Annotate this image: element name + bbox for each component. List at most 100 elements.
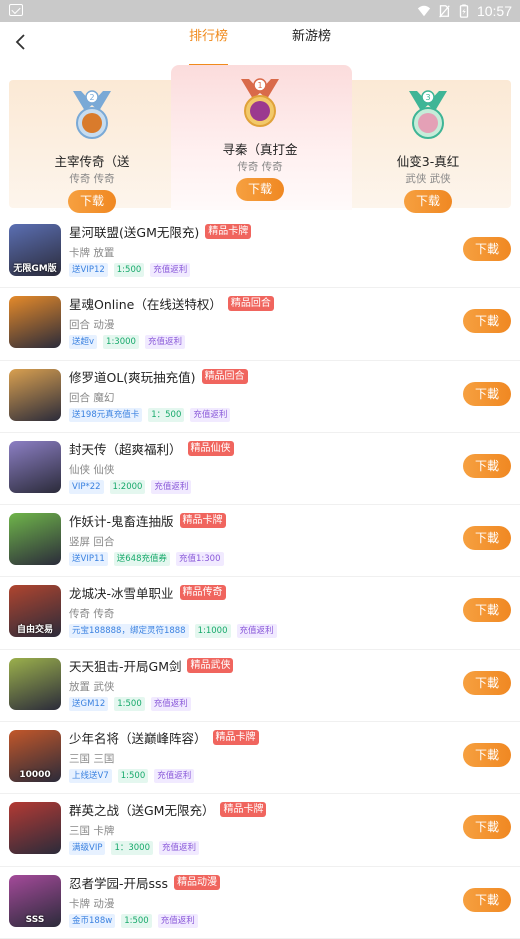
podium-game-name: 主宰传奇（送	[54, 154, 130, 169]
category-badge: 精品动漫	[174, 874, 221, 890]
game-tags: 放置 武侠	[69, 680, 115, 693]
game-icon[interactable]	[9, 657, 61, 710]
download-button[interactable]: 下載	[463, 815, 511, 840]
category-badge: 精品武侠	[187, 657, 234, 673]
game-list-item[interactable]: 10000 少年名将（送巅峰阵容） 精品卡牌 三国 三国 上线送V7 1:500 充…	[0, 722, 520, 795]
podium-game-name: 仙变3-真红	[396, 154, 460, 169]
perk-chip: 金币188w	[69, 913, 116, 928]
nav-bar: 排行榜 新游榜	[0, 22, 520, 66]
perk-chip: 送VIP11	[69, 552, 108, 567]
game-perks: 送VIP12 1:500 充值返利	[69, 263, 191, 277]
game-icon[interactable]	[9, 368, 61, 421]
game-perks: 金币188w 1:500 充值返利	[69, 913, 198, 928]
perk-chip: 充值返利	[154, 769, 195, 784]
game-title-line: 少年名将（送巅峰阵容） 精品卡牌	[69, 728, 259, 747]
podium-download-button[interactable]: 下载	[68, 190, 116, 213]
game-list-item[interactable]: 天天狙击-开局GM剑 精品武侠 放置 武侠 送GM12 1:500 充值返利 下載	[0, 650, 520, 723]
perk-chip: 充值返利	[144, 335, 185, 350]
perk-chip: 上线送V7	[69, 769, 112, 784]
download-button[interactable]: 下載	[463, 670, 511, 695]
game-title: 忍者学园-开局sss	[69, 875, 169, 891]
game-icon-caption: 自由交易	[16, 625, 53, 636]
game-perks: 送超v 1:3000 充值返利	[69, 335, 185, 350]
game-list-item[interactable]: SSS 忍者学园-开局sss 精品动漫 卡牌 动漫 金币188w 1:500 充值返…	[0, 867, 520, 939]
game-list-item[interactable]: 星魂Online（在线送特权） 精品回合 回合 动漫 送超v 1:3000 充值返利…	[0, 288, 520, 361]
game-title: 修罗道OL(爽玩抽充值)	[69, 369, 196, 385]
download-button[interactable]: 下載	[463, 453, 511, 478]
download-button[interactable]: 下載	[463, 598, 511, 623]
perk-chip: 1:500	[121, 913, 152, 928]
gold-medal-icon: 1	[241, 78, 279, 127]
download-button[interactable]: 下載	[463, 887, 511, 912]
game-title-line: 修罗道OL(爽玩抽充值) 精品回合	[69, 367, 248, 386]
rank-number: 1	[257, 81, 262, 90]
perk-chip: 送198元真充值卡	[69, 407, 143, 422]
podium-download-button[interactable]: 下载	[404, 190, 452, 213]
tab-new-games[interactable]: 新游榜	[292, 22, 331, 62]
download-button[interactable]: 下載	[463, 526, 511, 551]
game-list-item[interactable]: 无限GM版 星河联盟(送GM无限充) 精品卡牌 卡牌 放置 送VIP12 1:50…	[0, 216, 520, 289]
category-badge: 精品仙侠	[187, 440, 234, 456]
podium-rank-3[interactable]: 3 仙变3-真红 武侠 武侠 下载	[381, 87, 475, 213]
game-perks: 元宝188888，绑定灵符1888 1:1000 充值返利	[69, 624, 277, 639]
download-button[interactable]: 下載	[463, 743, 511, 768]
game-icon[interactable]: SSS	[9, 874, 61, 927]
game-title: 龙城决-冰雪单职业	[69, 586, 174, 602]
podium-rank-1[interactable]: 1 寻秦（真打金 传奇 传奇 下载	[213, 75, 307, 201]
game-title-line: 封天传（超爽福利） 精品仙侠	[69, 439, 234, 458]
game-tags: 竖屏 回合	[69, 536, 115, 549]
game-title: 天天狙击-开局GM剑	[69, 658, 182, 674]
notification-icon	[9, 4, 23, 16]
game-list: 无限GM版 星河联盟(送GM无限充) 精品卡牌 卡牌 放置 送VIP12 1:50…	[0, 216, 520, 939]
perk-chip: 充值返利	[236, 624, 277, 639]
game-perks: 送VIP11 送648充值券 充值1:300	[69, 552, 224, 567]
podium-game-tags: 传奇 传奇	[237, 161, 283, 173]
tab-ranking[interactable]: 排行榜	[188, 22, 229, 66]
game-list-item[interactable]: 修罗道OL(爽玩抽充值) 精品回合 回合 魔幻 送198元真充值卡 1：500 充值…	[0, 361, 520, 433]
perk-chip: 1:500	[117, 769, 149, 784]
game-title: 群英之战（送GM无限充）	[69, 803, 215, 819]
category-badge: 精品传奇	[179, 585, 226, 601]
game-list-item[interactable]: 群英之战（送GM无限充） 精品卡牌 三国 卡牌 满级VIP 1：3000 充值返利 …	[0, 794, 520, 867]
perk-chip: 1:3000	[103, 335, 139, 350]
game-icon[interactable]: 10000	[9, 730, 61, 783]
game-icon[interactable]: 自由交易	[9, 585, 61, 638]
perk-chip: 1:500	[114, 696, 145, 711]
perk-chip: 1:1000	[194, 624, 231, 639]
game-title-line: 龙城决-冰雪单职业 精品传奇	[69, 583, 226, 602]
perk-chip: 充值返利	[190, 407, 231, 422]
download-button[interactable]: 下載	[463, 237, 511, 261]
download-button[interactable]: 下載	[463, 309, 511, 334]
perk-chip: VIP*22	[69, 479, 104, 494]
game-icon[interactable]: 无限GM版	[9, 224, 61, 276]
perk-chip: 元宝188888，绑定灵符1888	[69, 624, 189, 639]
tab-bar: 排行榜 新游榜	[0, 22, 520, 66]
game-tags: 回合 魔幻	[69, 391, 115, 404]
perk-chip: 1：500	[148, 407, 185, 422]
game-tags: 卡牌 放置	[69, 247, 115, 259]
game-icon[interactable]	[9, 440, 61, 493]
game-icon[interactable]	[9, 296, 61, 349]
download-button[interactable]: 下載	[463, 381, 511, 406]
game-list-item[interactable]: 作妖计-鬼畜连抽版 精品卡牌 竖屏 回合 送VIP11 送648充值券 充值1:30…	[0, 505, 520, 578]
game-tags: 三国 卡牌	[69, 825, 115, 838]
silver-medal-icon: 2	[73, 90, 111, 139]
podium-rank-2[interactable]: 2 主宰传奇（送 传奇 传奇 下载	[45, 87, 139, 213]
podium-download-button[interactable]: 下载	[236, 178, 284, 201]
bronze-medal-icon: 3	[409, 90, 447, 139]
game-list-item[interactable]: 自由交易 龙城决-冰雪单职业 精品传奇 传奇 传奇 元宝188888，绑定灵符1…	[0, 577, 520, 650]
game-list-item[interactable]: 封天传（超爽福利） 精品仙侠 仙侠 仙侠 VIP*22 1:2000 充值返利 下載	[0, 433, 520, 506]
game-icon[interactable]	[9, 802, 61, 855]
no-sim-icon	[439, 5, 450, 18]
game-tags: 回合 动漫	[69, 319, 115, 332]
game-icon-caption: 10000	[19, 770, 51, 781]
game-tags: 三国 三国	[69, 753, 115, 766]
game-tags: 卡牌 动漫	[69, 897, 115, 910]
game-title-line: 星魂Online（在线送特权） 精品回合	[69, 294, 274, 313]
category-badge: 精品卡牌	[205, 224, 252, 239]
perk-chip: 1:2000	[109, 479, 146, 494]
game-title: 星河联盟(送GM无限充)	[69, 225, 200, 240]
game-icon[interactable]	[9, 513, 61, 566]
perk-chip: 充值返利	[157, 913, 198, 928]
category-badge: 精品回合	[227, 296, 274, 312]
